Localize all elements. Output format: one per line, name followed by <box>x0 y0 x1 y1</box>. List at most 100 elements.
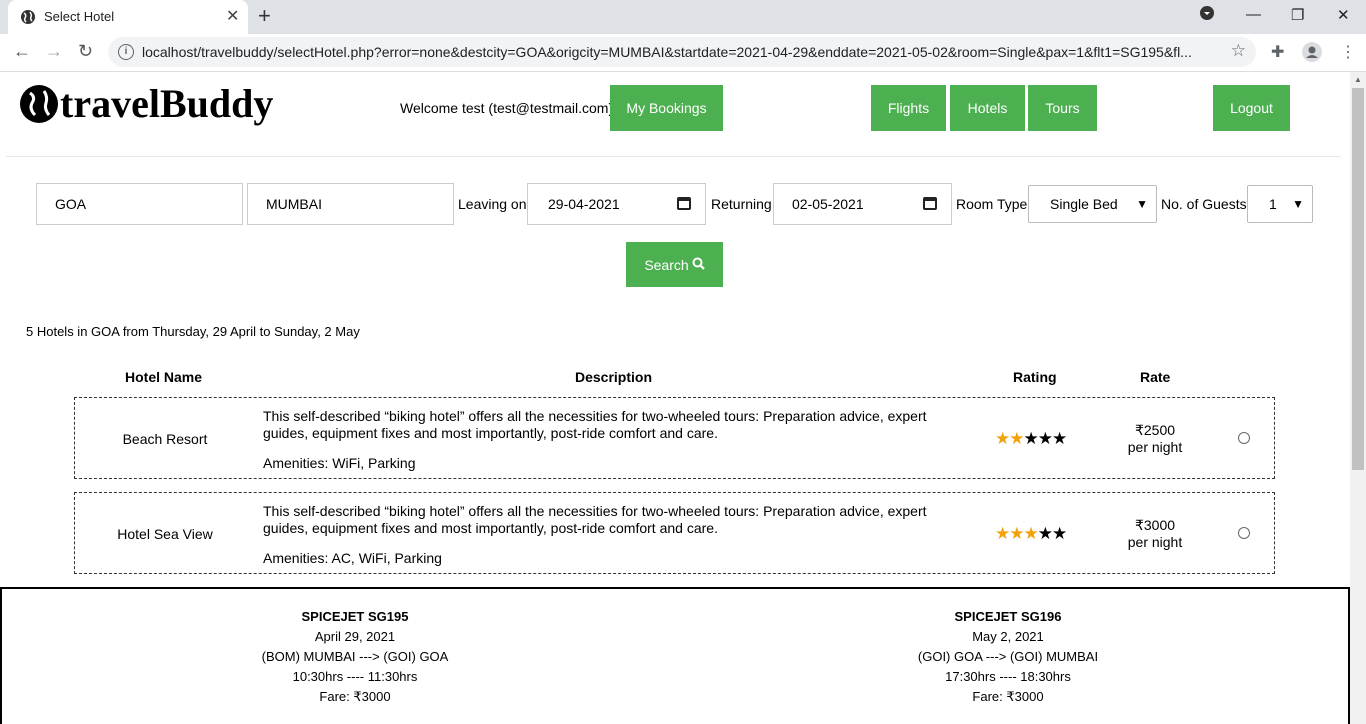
welcome-text: Welcome test (test@testmail.com) <box>400 100 614 116</box>
hotels-button[interactable]: Hotels <box>950 85 1025 131</box>
hotel-row[interactable]: Hotel Sea View This self-described “biki… <box>74 492 1275 574</box>
select-hotel-radio[interactable] <box>1238 527 1250 539</box>
restore-icon[interactable]: ❐ <box>1291 6 1304 24</box>
tours-button[interactable]: Tours <box>1028 85 1097 131</box>
search-icon <box>692 257 705 273</box>
guests-value: 1 <box>1269 196 1277 212</box>
star-empty-icon: ★ <box>1023 429 1039 448</box>
hotel-amenities: Amenities: WiFi, Parking <box>263 455 416 471</box>
extensions-icon[interactable]: ✚ <box>1271 42 1284 62</box>
back-icon[interactable]: ← <box>13 41 31 62</box>
address-bar: ← → ↻ i localhost/travelbuddy/selectHote… <box>0 34 1366 72</box>
reload-icon[interactable]: ↻ <box>78 41 93 62</box>
flight-date: April 29, 2021 <box>314 629 396 644</box>
minimize-icon[interactable]: — <box>1246 6 1261 23</box>
hotel-amenities: Amenities: AC, WiFi, Parking <box>263 550 442 566</box>
chevron-down-icon: ▼ <box>1292 197 1304 211</box>
url-text: localhost/travelbuddy/selectHotel.php?er… <box>142 44 1192 60</box>
destination-field[interactable]: GOA <box>36 183 243 225</box>
star-filled-icon: ★ <box>1009 524 1024 543</box>
my-bookings-button[interactable]: My Bookings <box>610 85 723 131</box>
scrollbar[interactable]: ▲ <box>1350 72 1366 724</box>
returning-date-field[interactable]: 02-05-2021 <box>773 183 952 225</box>
flight-name: SPICEJET SG196 <box>954 609 1062 624</box>
flight-summary-box: SPICEJET SG195 April 29, 2021 (BOM) MUMB… <box>0 587 1350 724</box>
flight-route: (BOM) MUMBAI ---> (GOI) GOA <box>261 649 449 664</box>
flight-route: (GOI) GOA ---> (GOI) MUMBAI <box>917 649 1099 664</box>
url-field[interactable]: i localhost/travelbuddy/selectHotel.php?… <box>108 37 1256 67</box>
page: travelBuddy Welcome test (test@testmail.… <box>0 72 1350 724</box>
hotel-description: This self-described “biking hotel” offer… <box>263 408 927 441</box>
bookmark-star-icon[interactable]: ☆ <box>1231 41 1246 61</box>
origin-field[interactable]: MUMBAI <box>247 183 454 225</box>
star-empty-icon: ★ <box>1037 429 1053 448</box>
room-type-value: Single Bed <box>1050 196 1118 212</box>
leaving-date-value: 29-04-2021 <box>548 196 620 212</box>
room-type-select[interactable]: Single Bed ▼ <box>1028 185 1157 223</box>
guests-select[interactable]: 1 ▼ <box>1247 185 1313 223</box>
profile-avatar-icon[interactable] <box>1302 42 1322 67</box>
hotel-description: This self-described “biking hotel” offer… <box>263 503 927 536</box>
calendar-icon[interactable] <box>677 197 691 210</box>
flight-name: SPICEJET SG195 <box>301 609 409 624</box>
outbound-flight: SPICEJET SG195 April 29, 2021 (BOM) MUMB… <box>155 607 555 707</box>
hotel-name: Hotel Sea View <box>117 526 213 542</box>
scroll-up-icon[interactable]: ▲ <box>1354 75 1362 84</box>
flight-fare: Fare: ₹3000 <box>319 689 391 704</box>
results-summary: 5 Hotels in GOA from Thursday, 29 April … <box>26 324 360 339</box>
calendar-icon[interactable] <box>923 197 937 210</box>
scrollbar-thumb[interactable] <box>1352 88 1364 470</box>
hotel-price: ₹2500 <box>1134 422 1176 438</box>
star-filled-icon: ★ <box>995 429 1010 448</box>
profile-dropdown-icon[interactable] <box>1200 6 1214 24</box>
returning-label: Returning <box>711 196 772 212</box>
guests-label: No. of Guests <box>1161 196 1247 212</box>
forward-icon[interactable]: → <box>45 41 63 62</box>
hotel-per-night: per night <box>1127 439 1183 455</box>
divider <box>6 156 1341 157</box>
new-tab-icon[interactable]: + <box>258 3 271 29</box>
hotel-per-night: per night <box>1127 534 1183 550</box>
search-button-label: Search <box>644 256 689 273</box>
tab-title: Select Hotel <box>44 9 115 24</box>
logo-text: travelBuddy <box>60 81 274 126</box>
star-filled-icon: ★ <box>1009 429 1024 448</box>
leaving-date-field[interactable]: 29-04-2021 <box>527 183 706 225</box>
flight-time: 10:30hrs ---- 11:30hrs <box>292 669 418 684</box>
logo[interactable]: travelBuddy <box>20 80 273 127</box>
hotel-name: Beach Resort <box>122 431 208 447</box>
col-rating: Rating <box>1013 369 1057 385</box>
flight-time: 17:30hrs ---- 18:30hrs <box>945 669 1071 684</box>
site-info-icon[interactable]: i <box>118 44 134 60</box>
star-empty-icon: ★ <box>1052 524 1067 543</box>
col-description: Description <box>575 369 653 385</box>
window-close-icon[interactable]: ✕ <box>1337 6 1350 24</box>
flights-button[interactable]: Flights <box>871 85 946 131</box>
return-flight: SPICEJET SG196 May 2, 2021 (GOI) GOA ---… <box>808 607 1208 707</box>
room-type-label: Room Type <box>956 196 1028 212</box>
select-hotel-radio[interactable] <box>1238 432 1250 444</box>
hotel-row[interactable]: Beach Resort This self-described “biking… <box>74 397 1275 479</box>
star-empty-icon: ★ <box>1037 524 1053 543</box>
leaving-label: Leaving on <box>458 196 527 212</box>
flight-date: May 2, 2021 <box>972 629 1044 644</box>
star-rating: ★★★★★ <box>995 429 1067 449</box>
globe-icon <box>20 9 36 30</box>
menu-kebab-icon[interactable]: ⋮ <box>1340 42 1356 62</box>
close-tab-icon[interactable]: ✕ <box>226 6 239 26</box>
hotel-price: ₹3000 <box>1134 517 1176 533</box>
chevron-down-icon: ▼ <box>1136 197 1148 211</box>
search-button[interactable]: Search <box>626 242 723 287</box>
star-filled-icon: ★ <box>1023 524 1039 543</box>
col-hotel-name: Hotel Name <box>125 369 203 385</box>
star-rating: ★★★★★ <box>995 524 1067 544</box>
browser-tab-bar: Select Hotel ✕ + — ❐ ✕ <box>0 0 1366 34</box>
flight-fare: Fare: ₹3000 <box>972 689 1044 704</box>
browser-tab[interactable]: Select Hotel ✕ <box>8 0 248 34</box>
star-empty-icon: ★ <box>1052 429 1067 448</box>
logout-button[interactable]: Logout <box>1213 85 1290 131</box>
star-filled-icon: ★ <box>995 524 1010 543</box>
hotel-rate: ₹3000 per night <box>1105 517 1205 551</box>
hotel-rate: ₹2500 per night <box>1105 422 1205 456</box>
globe-logo-icon <box>20 84 58 123</box>
